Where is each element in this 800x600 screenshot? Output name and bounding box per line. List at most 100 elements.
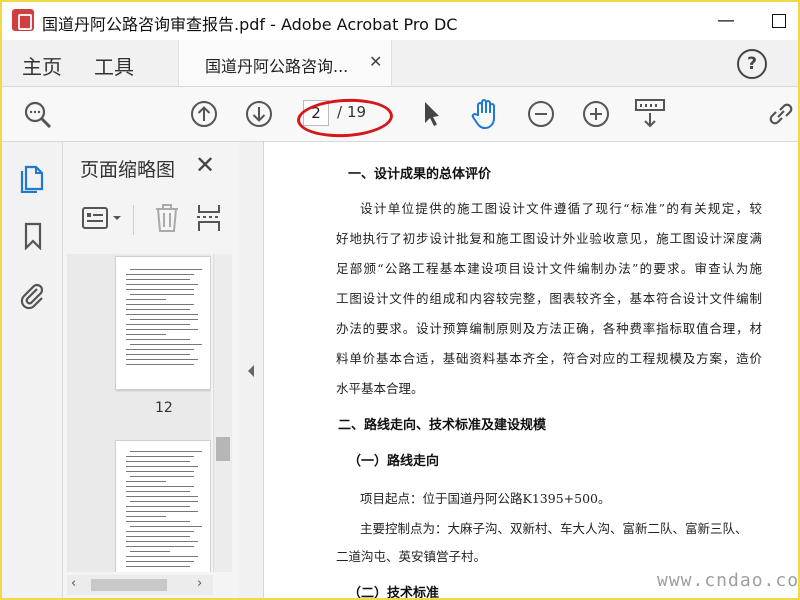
thumbnail-text-line	[126, 364, 194, 365]
thumbnail-text-line	[126, 511, 198, 512]
thumbnail-options-icon[interactable]	[81, 205, 127, 233]
document-tab[interactable]: 国道丹阿公路咨询... ✕	[178, 40, 392, 86]
toolbar-divider	[133, 205, 134, 235]
maximize-icon	[772, 14, 786, 28]
thumbnail-text-line	[126, 536, 190, 537]
thumbnail-text-line	[126, 466, 198, 467]
select-cursor-icon[interactable]	[422, 99, 442, 129]
scrollbar-thumb[interactable]	[216, 437, 230, 461]
subsection-heading: （一）路线走向	[348, 454, 440, 469]
page-display-icon[interactable]	[634, 97, 666, 131]
document-tab-label: 国道丹阿公路咨询...	[205, 57, 349, 76]
thumbnail-text-line	[126, 339, 190, 340]
thumbnail-text-line	[126, 309, 190, 310]
thumbnail-text-line	[126, 546, 194, 547]
site-watermark: www.cndao.com	[657, 570, 800, 591]
paragraph-line: 水平基本合理。	[336, 381, 424, 396]
hand-tool-icon[interactable]	[470, 97, 500, 131]
thumbnail-text-line	[126, 516, 166, 517]
thumbnail-text-line	[126, 496, 198, 497]
thumbnail-vertical-scrollbar[interactable]	[213, 254, 232, 572]
delete-page-icon[interactable]	[153, 202, 181, 234]
thumbnail-text-line	[130, 451, 202, 452]
thumbnail-list[interactable]: 12	[67, 254, 211, 572]
thumbnail-text-line	[126, 506, 190, 507]
thumbnail-text-line	[130, 294, 194, 295]
section-heading: 二、路线走向、技术标准及建设规模	[338, 418, 547, 433]
thumbnail-text-line	[126, 471, 194, 472]
thumbnail-text-line	[126, 521, 190, 522]
thumbnail-text-line	[126, 289, 194, 290]
thumbnail-text-line	[126, 299, 166, 300]
thumbnail-page-label: 12	[155, 400, 173, 416]
navigation-rail	[2, 142, 63, 598]
thumbnail-text-line	[126, 349, 194, 350]
thumbnail-text-line	[126, 566, 190, 567]
bookmark-icon[interactable]	[23, 222, 43, 250]
thumbnail-text-line	[126, 456, 194, 457]
acrobat-logo-icon	[12, 9, 34, 31]
title-bar: 国道丹阿公路咨询审查报告.pdf - Adobe Acrobat Pro DC …	[2, 2, 798, 40]
thumbnail-text-line	[126, 314, 198, 315]
thumbnail-text-line	[126, 541, 198, 542]
thumbnail-horizontal-scrollbar[interactable]: ‹ ›	[67, 575, 213, 595]
close-panel-icon[interactable]: ✕	[195, 151, 215, 179]
window-title: 国道丹阿公路咨询审查报告.pdf - Adobe Acrobat Pro DC	[42, 15, 458, 34]
collapse-arrow-icon	[248, 365, 254, 377]
minimize-button[interactable]: —	[713, 8, 739, 34]
share-link-icon[interactable]	[766, 99, 796, 129]
thumbnail-text-line	[130, 501, 198, 502]
thumbnail-text-line	[126, 324, 190, 325]
thumbnail-text-line	[126, 481, 166, 482]
page-thumbnail[interactable]	[115, 440, 211, 572]
attachment-icon[interactable]	[18, 280, 46, 310]
zoom-out-icon[interactable]	[526, 99, 556, 129]
scroll-left-icon[interactable]: ‹	[71, 576, 76, 591]
subsection-heading: （二）技术标准	[348, 586, 440, 598]
toolbar: 2 / 19	[2, 87, 798, 142]
thumbnail-text-line	[130, 344, 202, 345]
thumbnail-text-line	[126, 284, 198, 285]
next-page-icon[interactable]	[244, 99, 274, 129]
previous-page-icon[interactable]	[189, 99, 219, 129]
thumbnail-panel: 页面缩略图 ✕ 12 ‹ ›	[63, 142, 240, 598]
page-thumbnail[interactable]	[115, 256, 211, 390]
zoom-in-icon[interactable]	[581, 99, 611, 129]
paragraph-line: 足部颁“公路工程基本建设项目设计文件编制办法”的要求。审查认为施	[336, 261, 762, 276]
thumbnail-text-line	[126, 531, 194, 532]
thumbnail-text-line	[126, 304, 194, 305]
thumbnail-text-line	[130, 269, 202, 270]
close-tab-icon[interactable]: ✕	[369, 52, 382, 71]
tab-home[interactable]: 主页	[22, 51, 62, 80]
thumbnail-text-line	[126, 274, 194, 275]
thumbnail-text-line	[126, 279, 190, 280]
thumbnail-text-line	[126, 461, 190, 462]
maximize-button[interactable]	[766, 8, 792, 34]
paragraph-line: 设计单位提供的施工图设计文件遵循了现行“标准”的有关规定，较	[360, 201, 762, 216]
thumbnail-text-line	[130, 551, 170, 552]
start-point-text: 项目起点：位于国道丹阿公路K1395+500。	[360, 491, 611, 506]
thumbnail-text-line	[130, 526, 202, 527]
thumbnail-text-line	[126, 329, 198, 330]
acrobat-window: 国道丹阿公路咨询审查报告.pdf - Adobe Acrobat Pro DC …	[0, 0, 800, 600]
tab-tools[interactable]: 工具	[94, 51, 134, 80]
collapse-panel-button[interactable]	[239, 142, 264, 598]
thumbnail-text-line	[126, 486, 194, 487]
tab-row: 主页 工具 国道丹阿公路咨询... ✕ ?	[2, 40, 798, 87]
page-thumbnails-icon[interactable]	[20, 163, 46, 193]
paragraph-line: 办法的要求。设计预算编制原则及方法正确，各种费率指标取值合理，材	[336, 321, 762, 336]
extract-page-icon[interactable]	[195, 202, 223, 234]
thumbnail-text-line	[126, 354, 190, 355]
thumbnail-text-line	[126, 556, 198, 557]
thumbnail-text-line	[130, 476, 194, 477]
document-view[interactable]: 一、设计成果的总体评价 设计单位提供的施工图设计文件遵循了现行“标准”的有关规定…	[264, 142, 798, 598]
paragraph-line: 料单价基本合适，基础资料基本齐全，符合对应的工程规模及方案，造价	[336, 351, 762, 366]
scrollbar-thumb[interactable]	[91, 579, 167, 591]
help-icon[interactable]: ?	[737, 49, 767, 79]
thumbnail-text-line	[126, 334, 166, 335]
thumbnail-text-line	[126, 561, 194, 562]
scroll-right-icon[interactable]: ›	[197, 576, 202, 591]
panel-title: 页面缩略图	[80, 159, 176, 181]
search-zoom-icon[interactable]	[22, 99, 54, 131]
thumbnail-text-line	[126, 359, 198, 360]
